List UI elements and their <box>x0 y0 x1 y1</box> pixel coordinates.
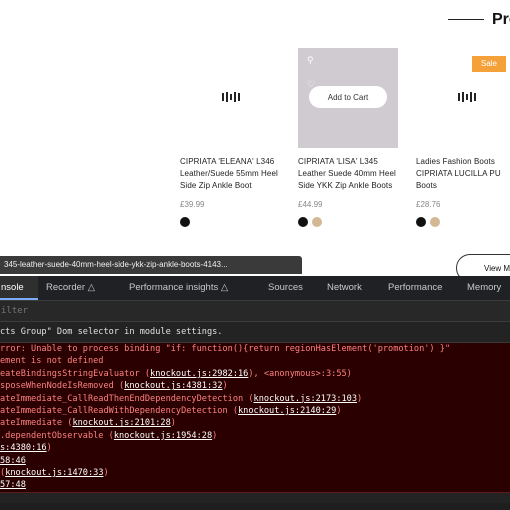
stack-text: ateImmediate_CallReadWithDependencyDetec… <box>0 405 238 416</box>
stack-text: eateBindingsStringEvaluator ( <box>0 368 151 379</box>
stack-text: sposeWhenNodeIsRemoved ( <box>0 381 125 392</box>
source-link[interactable]: knockout.js:1954:28 <box>114 431 212 441</box>
console-message: cts Group" Dom selector in module settin… <box>0 322 510 343</box>
tab-label: nsole <box>1 282 24 293</box>
section-title: Pro <box>492 11 510 28</box>
product-card[interactable]: ⚲ ♡ Add to Cart CIPRIATA 'LISA' L345 Lea… <box>298 48 402 227</box>
stack-text: ) <box>212 430 218 441</box>
stack-frame: ateImmediate_CallReadThenEndDependencyDe… <box>0 393 510 405</box>
stack-frame: sposeWhenNodeIsRemoved (knockout.js:4381… <box>0 380 510 392</box>
add-to-cart-button[interactable]: Add to Cart <box>309 86 387 108</box>
stack-text: ateImmediate ( <box>0 418 73 429</box>
source-link[interactable]: knockout.js:2101:28 <box>72 418 170 428</box>
stack-text: .dependentObservable ( <box>0 430 114 441</box>
stack-frame: 57:48 <box>0 479 510 491</box>
product-name[interactable]: CIPRIATA 'ELEANA' L346 Leather/Suede 55m… <box>180 156 284 192</box>
stack-text: ateImmediate_CallReadThenEndDependencyDe… <box>0 393 254 404</box>
devtools-tab-bar: nsole Recorder △ Performance insights △ … <box>0 276 510 301</box>
product-name[interactable]: Ladies Fashion Boots CIPRIATA LUCILLA PU… <box>416 156 510 192</box>
color-swatch-black[interactable] <box>416 217 426 227</box>
stack-frame: ateImmediate (knockout.js:2101:28) <box>0 417 510 429</box>
source-link[interactable]: knockout.js:1470:33 <box>5 468 103 478</box>
error-line: ement is not defined <box>0 355 510 367</box>
product-price: £39.99 <box>180 200 205 209</box>
product-name[interactable]: CIPRIATA 'LISA' L345 Leather Suede 40mm … <box>298 156 402 192</box>
brand-logo-icon <box>458 92 476 102</box>
link-status-url: 345-leather-suede-40mm-heel-side-ykk-zip… <box>0 256 302 274</box>
product-image[interactable]: ⚲ ♡ Add to Cart <box>298 48 398 148</box>
tab-console[interactable]: nsole <box>0 276 38 300</box>
source-link[interactable]: knockout.js:2140:29 <box>238 406 336 416</box>
tab-recorder[interactable]: Recorder △ <box>46 276 95 300</box>
stack-frame: 58:46 <box>0 455 510 467</box>
flask-icon: △ <box>87 282 96 293</box>
error-text: rror: Unable to process binding "if: fun… <box>0 344 451 354</box>
tab-label: Sources <box>268 282 303 293</box>
flask-icon: △ <box>220 282 229 293</box>
stack-frame: ateImmediate_CallReadWithDependencyDetec… <box>0 405 510 417</box>
stack-text: ) <box>357 393 363 404</box>
tab-label: Performance <box>388 282 443 293</box>
search-icon[interactable]: ⚲ <box>307 55 314 66</box>
stack-text: ) <box>336 405 342 416</box>
stack-text: ) <box>170 418 176 429</box>
stack-text: ) <box>103 467 109 478</box>
devtools-panel: nsole Recorder △ Performance insights △ … <box>0 276 510 510</box>
tab-performance[interactable]: Performance <box>388 276 442 300</box>
stack-text: ), <anonymous>:3:55) <box>248 368 352 379</box>
product-price: £44.99 <box>298 200 323 209</box>
stack-text: ) <box>46 443 52 454</box>
tab-label: Network <box>327 282 362 293</box>
tab-network[interactable]: Network <box>327 276 362 300</box>
tab-label: Performance insights <box>129 282 219 293</box>
view-more-button[interactable]: View M <box>456 254 510 276</box>
color-swatch-beige[interactable] <box>312 217 322 227</box>
error-text: ement is not defined <box>0 356 104 367</box>
source-link[interactable]: knockout.js:2982:16 <box>150 369 248 379</box>
source-link[interactable]: knockout.js:2173:103 <box>254 394 357 404</box>
tab-performance-insights[interactable]: Performance insights △ <box>129 276 228 300</box>
source-link[interactable]: 58:46 <box>0 456 26 466</box>
tab-label: Recorder <box>46 282 86 293</box>
console-output: cts Group" Dom selector in module settin… <box>0 322 510 503</box>
console-filter-bar <box>0 301 510 322</box>
product-image[interactable] <box>180 48 280 148</box>
source-link[interactable]: 57:48 <box>0 480 26 490</box>
product-price: £28.76 <box>416 200 441 209</box>
stack-frame: eateBindingsStringEvaluator (knockout.js… <box>0 368 510 380</box>
filter-input[interactable] <box>0 301 301 321</box>
console-prompt-area[interactable] <box>0 492 510 503</box>
error-line: rror: Unable to process binding "if: fun… <box>0 343 510 355</box>
stack-frame: .dependentObservable (knockout.js:1954:2… <box>0 430 510 442</box>
shop-page: Pro CIPRIATA 'ELEANA' L346 Leather/Suede… <box>0 0 510 276</box>
color-swatch-black[interactable] <box>298 217 308 227</box>
stack-frame: (knockout.js:1470:33) <box>0 467 510 479</box>
color-swatch-black[interactable] <box>180 217 190 227</box>
source-link[interactable]: s:4380:16 <box>0 443 47 453</box>
console-error-message: rror: Unable to process binding "if: fun… <box>0 343 510 493</box>
tab-label: Memory <box>467 282 502 293</box>
color-swatch-beige[interactable] <box>430 217 440 227</box>
product-image[interactable] <box>416 48 510 148</box>
stack-text: ) <box>222 381 228 392</box>
product-card[interactable]: CIPRIATA 'ELEANA' L346 Leather/Suede 55m… <box>180 48 284 227</box>
section-divider <box>448 19 484 20</box>
tab-memory[interactable]: Memory <box>467 276 501 300</box>
source-link[interactable]: knockout.js:4381:32 <box>124 381 222 391</box>
product-card[interactable]: Ladies Fashion Boots CIPRIATA LUCILLA PU… <box>416 48 510 227</box>
stack-frame: s:4380:16) <box>0 442 510 454</box>
tab-sources[interactable]: Sources <box>268 276 303 300</box>
brand-logo-icon <box>222 92 240 102</box>
